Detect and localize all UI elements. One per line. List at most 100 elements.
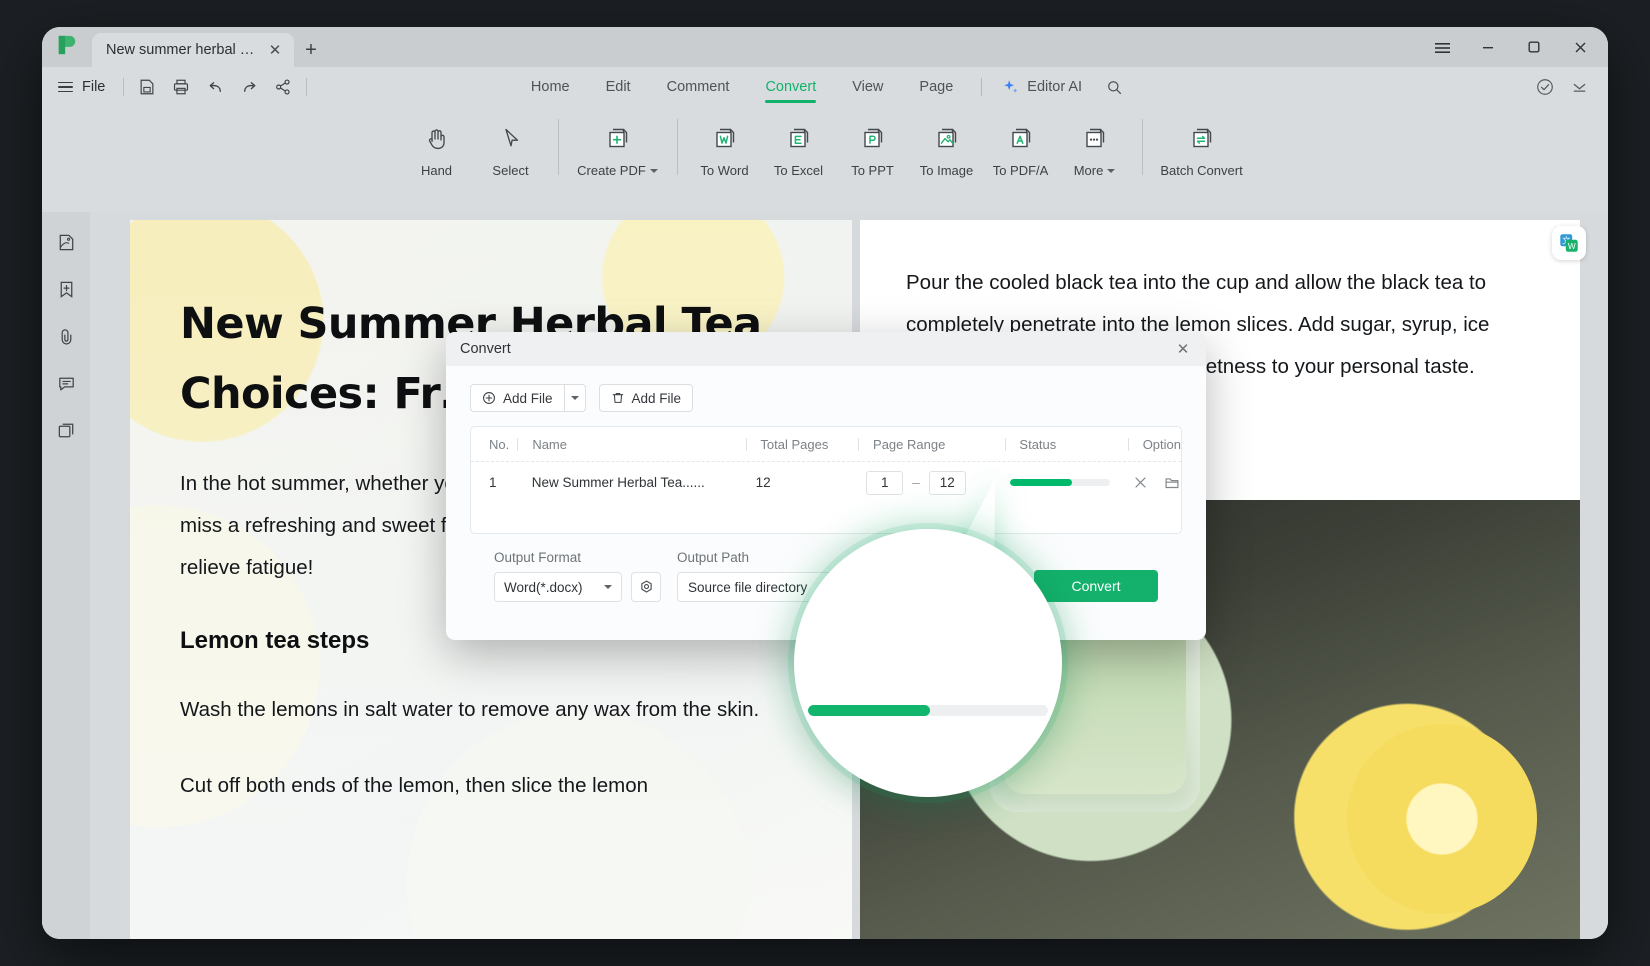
redo-icon[interactable] bbox=[234, 73, 264, 101]
ribbon-batch-convert[interactable]: Batch Convert bbox=[1153, 117, 1251, 182]
sidebar-item-comment[interactable] bbox=[50, 367, 82, 399]
to-image-glyph bbox=[937, 128, 956, 148]
share-glyph bbox=[276, 79, 290, 95]
translate-glyph: 文 W bbox=[1560, 234, 1578, 252]
ribbon-more-text: More bbox=[1073, 163, 1104, 178]
share-icon[interactable] bbox=[268, 73, 298, 101]
column-header-no: No. bbox=[489, 436, 510, 452]
tab-comment[interactable]: Comment bbox=[649, 70, 748, 105]
page-range-from-input[interactable]: 1 bbox=[866, 470, 904, 495]
ribbon-to-ppt[interactable]: To PPT bbox=[836, 117, 910, 182]
undo-glyph bbox=[209, 81, 221, 92]
file-table: No. Name Total Pages Page Range Status O… bbox=[470, 426, 1182, 534]
sidebar-item-layers[interactable] bbox=[50, 414, 82, 446]
sidebar-item-attachment[interactable] bbox=[50, 320, 82, 352]
maximize-icon[interactable] bbox=[1512, 30, 1556, 64]
divider bbox=[981, 78, 983, 96]
divider bbox=[745, 437, 747, 451]
table-header-row: No. Name Total Pages Page Range Status O… bbox=[471, 427, 1181, 461]
file-menu-label: File bbox=[82, 79, 106, 95]
maximize-glyph bbox=[1528, 41, 1540, 53]
save-as-icon[interactable] bbox=[132, 73, 162, 101]
document-tab[interactable]: New summer herbal te... ✕ bbox=[92, 33, 294, 67]
hamburger-icon[interactable] bbox=[1420, 30, 1464, 64]
add-file-dropdown-button[interactable] bbox=[563, 384, 586, 412]
output-format-label: Output Format bbox=[494, 550, 582, 565]
ribbon-to-excel[interactable]: To Excel bbox=[762, 117, 836, 182]
ribbon-to-pdfa[interactable]: To PDF/A bbox=[984, 117, 1058, 182]
divider bbox=[557, 119, 559, 175]
tab-home[interactable]: Home bbox=[513, 70, 588, 105]
page-range-dash: – bbox=[912, 475, 920, 490]
convert-dialog: Convert ✕ Add File Add File No. Name Tot… bbox=[446, 332, 1206, 640]
tab-editor-ai[interactable]: Editor AI bbox=[992, 69, 1092, 105]
thumbnails-icon bbox=[59, 234, 73, 250]
dialog-footer: Output Format Word(*.docx) Output Path S… bbox=[470, 534, 1182, 602]
print-glyph bbox=[174, 79, 189, 95]
output-format-group: Output Format Word(*.docx) bbox=[494, 550, 661, 602]
close-window-icon[interactable] bbox=[1558, 30, 1602, 64]
ribbon-create-pdf[interactable]: Create PDF bbox=[569, 117, 667, 182]
create-pdf-glyph bbox=[608, 128, 627, 148]
print-icon[interactable] bbox=[166, 73, 196, 101]
close-icon[interactable]: ✕ bbox=[266, 41, 284, 59]
ribbon-more[interactable]: More bbox=[1058, 117, 1132, 182]
minimize-icon[interactable] bbox=[1466, 30, 1510, 64]
ribbon-to-pdfa-label: To PDF/A bbox=[992, 163, 1049, 178]
conversion-progress-fill bbox=[1009, 479, 1072, 486]
sidebar-item-bookmark[interactable] bbox=[50, 273, 82, 305]
bookmark-add-icon bbox=[60, 281, 72, 298]
ribbon-to-image-label: To Image bbox=[919, 163, 974, 178]
translate-icon[interactable]: 文 W bbox=[1552, 226, 1586, 260]
dialog-action-row: Add File Add File bbox=[470, 384, 1182, 412]
file-menu-button[interactable]: File bbox=[42, 79, 115, 95]
sidebar-item-thumbnails[interactable] bbox=[50, 226, 82, 258]
tab-page[interactable]: Page bbox=[901, 70, 971, 105]
collapse-ribbon-icon[interactable] bbox=[1564, 73, 1594, 101]
hand-glyph bbox=[428, 129, 445, 150]
dialog-title: Convert bbox=[460, 341, 511, 357]
to-pdfa-icon bbox=[1007, 121, 1035, 157]
page-range-to-input[interactable]: 12 bbox=[928, 470, 966, 495]
settings-gear-glyph bbox=[640, 580, 652, 593]
menu-bar: File Home Edit Comment Convert View Page… bbox=[42, 67, 1608, 107]
ribbon-to-excel-label: To Excel bbox=[773, 163, 824, 178]
cloud-check-icon[interactable] bbox=[1530, 73, 1560, 101]
chevron-down-icon[interactable] bbox=[649, 168, 658, 173]
tab-view[interactable]: View bbox=[834, 70, 901, 105]
undo-icon[interactable] bbox=[200, 73, 230, 101]
cancel-glyph bbox=[1134, 477, 1146, 488]
ribbon-hand-tool[interactable]: Hand bbox=[400, 117, 474, 182]
ribbon-to-word[interactable]: To Word bbox=[688, 117, 762, 182]
search-icon[interactable] bbox=[1092, 70, 1137, 105]
output-path-input[interactable]: Source file directory bbox=[677, 572, 945, 602]
to-pdfa-glyph bbox=[1011, 128, 1030, 148]
to-ppt-glyph bbox=[863, 128, 882, 148]
open-folder-glyph bbox=[1165, 477, 1179, 488]
settings-gear-icon[interactable] bbox=[631, 572, 661, 602]
menu-right-actions bbox=[1530, 73, 1608, 101]
open-folder-icon[interactable] bbox=[1163, 474, 1181, 492]
divider bbox=[517, 437, 519, 451]
row-options bbox=[1131, 474, 1181, 492]
close-icon[interactable]: ✕ bbox=[1172, 338, 1194, 360]
conversion-progress-bar bbox=[1009, 479, 1110, 486]
ribbon-select-tool[interactable]: Select bbox=[474, 117, 548, 182]
new-tab-button[interactable]: + bbox=[294, 33, 328, 67]
tab-edit[interactable]: Edit bbox=[588, 70, 649, 105]
tab-convert[interactable]: Convert bbox=[747, 70, 834, 105]
table-row[interactable]: 1 New Summer Herbal Tea...... 12 1 – 12 bbox=[471, 461, 1181, 503]
to-word-glyph bbox=[715, 128, 734, 148]
add-file-button[interactable]: Add File bbox=[470, 384, 564, 412]
app-logo-icon bbox=[58, 35, 76, 55]
output-format-select[interactable]: Word(*.docx) bbox=[494, 572, 622, 602]
svg-text:W: W bbox=[1568, 242, 1576, 251]
clear-file-button[interactable]: Add File bbox=[598, 384, 694, 412]
convert-button[interactable]: Convert bbox=[1034, 570, 1158, 602]
more-icon bbox=[1081, 121, 1109, 157]
cancel-icon[interactable] bbox=[1131, 474, 1149, 492]
chevron-down-icon[interactable] bbox=[1107, 168, 1116, 173]
ribbon-to-image[interactable]: To Image bbox=[910, 117, 984, 182]
divider bbox=[123, 78, 125, 96]
attachment-icon bbox=[61, 328, 71, 345]
